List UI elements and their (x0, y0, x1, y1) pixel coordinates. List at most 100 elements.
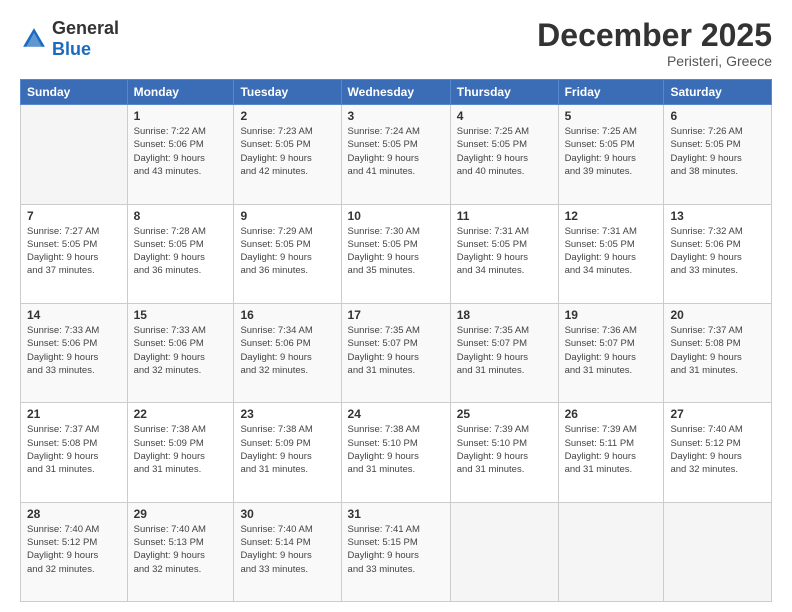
day-number: 4 (457, 109, 552, 123)
calendar-cell: 3 Sunrise: 7:24 AMSunset: 5:05 PMDaylight… (341, 105, 450, 204)
day-info: Sunrise: 7:23 AMSunset: 5:05 PMDaylight:… (240, 125, 334, 178)
calendar-cell: 31 Sunrise: 7:41 AMSunset: 5:15 PMDayligh… (341, 502, 450, 601)
calendar-cell: 25Sunrise: 7:39 AMSunset: 5:10 PMDayligh… (450, 403, 558, 502)
day-number: 31 (348, 507, 444, 521)
calendar-header-thursday: Thursday (450, 80, 558, 105)
day-info: Sunrise: 7:38 AMSunset: 5:09 PMDaylight:… (240, 423, 334, 476)
calendar: SundayMondayTuesdayWednesdayThursdayFrid… (20, 79, 772, 602)
day-info: Sunrise: 7:38 AMSunset: 5:10 PMDaylight:… (348, 423, 444, 476)
calendar-cell: 21 Sunrise: 7:37 AMSunset: 5:08 PMDayligh… (21, 403, 128, 502)
calendar-cell: 18 Sunrise: 7:35 AMSunset: 5:07 PMDayligh… (450, 303, 558, 402)
day-info: Sunrise: 7:37 AMSunset: 5:08 PMDaylight:… (670, 324, 765, 377)
logo-blue: Blue (52, 39, 91, 59)
day-number: 22 (134, 407, 228, 421)
calendar-cell: 27Sunrise: 7:40 AMSunset: 5:12 PMDayligh… (664, 403, 772, 502)
calendar-cell: 20 Sunrise: 7:37 AMSunset: 5:08 PMDayligh… (664, 303, 772, 402)
calendar-cell: 22 Sunrise: 7:38 AMSunset: 5:09 PMDayligh… (127, 403, 234, 502)
day-info: Sunrise: 7:35 AMSunset: 5:07 PMDaylight:… (348, 324, 444, 377)
calendar-header-saturday: Saturday (664, 80, 772, 105)
day-number: 5 (565, 109, 658, 123)
day-number: 23 (240, 407, 334, 421)
calendar-cell: 11 Sunrise: 7:31 AMSunset: 5:05 PMDayligh… (450, 204, 558, 303)
day-number: 30 (240, 507, 334, 521)
calendar-header-sunday: Sunday (21, 80, 128, 105)
day-number: 13 (670, 209, 765, 223)
day-number: 6 (670, 109, 765, 123)
day-number: 11 (457, 209, 552, 223)
day-info: Sunrise: 7:40 AMSunset: 5:12 PMDaylight:… (670, 423, 765, 476)
calendar-cell: 30 Sunrise: 7:40 AMSunset: 5:14 PMDayligh… (234, 502, 341, 601)
day-number: 3 (348, 109, 444, 123)
calendar-week-4: 21 Sunrise: 7:37 AMSunset: 5:08 PMDayligh… (21, 403, 772, 502)
calendar-cell: 8Sunrise: 7:28 AMSunset: 5:05 PMDaylight… (127, 204, 234, 303)
day-number: 7 (27, 209, 121, 223)
header: General Blue December 2025 Peristeri, Gr… (20, 18, 772, 69)
day-info: Sunrise: 7:40 AMSunset: 5:13 PMDaylight:… (134, 523, 228, 576)
day-info: Sunrise: 7:35 AMSunset: 5:07 PMDaylight:… (457, 324, 552, 377)
calendar-cell: 12Sunrise: 7:31 AMSunset: 5:05 PMDayligh… (558, 204, 664, 303)
calendar-cell: 13 Sunrise: 7:32 AMSunset: 5:06 PMDayligh… (664, 204, 772, 303)
day-number: 10 (348, 209, 444, 223)
calendar-week-2: 7 Sunrise: 7:27 AMSunset: 5:05 PMDaylight… (21, 204, 772, 303)
day-number: 16 (240, 308, 334, 322)
calendar-cell: 15 Sunrise: 7:33 AMSunset: 5:06 PMDayligh… (127, 303, 234, 402)
day-info: Sunrise: 7:40 AMSunset: 5:14 PMDaylight:… (240, 523, 334, 576)
day-info: Sunrise: 7:34 AMSunset: 5:06 PMDaylight:… (240, 324, 334, 377)
calendar-cell (558, 502, 664, 601)
day-info: Sunrise: 7:41 AMSunset: 5:15 PMDaylight:… (348, 523, 444, 576)
calendar-cell: 17Sunrise: 7:35 AMSunset: 5:07 PMDayligh… (341, 303, 450, 402)
logo-text: General Blue (52, 18, 119, 60)
day-info: Sunrise: 7:31 AMSunset: 5:05 PMDaylight:… (457, 225, 552, 278)
day-info: Sunrise: 7:32 AMSunset: 5:06 PMDaylight:… (670, 225, 765, 278)
day-number: 1 (134, 109, 228, 123)
calendar-cell: 14 Sunrise: 7:33 AMSunset: 5:06 PMDayligh… (21, 303, 128, 402)
calendar-cell: 7 Sunrise: 7:27 AMSunset: 5:05 PMDaylight… (21, 204, 128, 303)
day-number: 24 (348, 407, 444, 421)
calendar-week-5: 28 Sunrise: 7:40 AMSunset: 5:12 PMDayligh… (21, 502, 772, 601)
day-number: 29 (134, 507, 228, 521)
day-info: Sunrise: 7:38 AMSunset: 5:09 PMDaylight:… (134, 423, 228, 476)
day-number: 12 (565, 209, 658, 223)
day-info: Sunrise: 7:33 AMSunset: 5:06 PMDaylight:… (27, 324, 121, 377)
day-number: 2 (240, 109, 334, 123)
day-info: Sunrise: 7:39 AMSunset: 5:10 PMDaylight:… (457, 423, 552, 476)
day-info: Sunrise: 7:39 AMSunset: 5:11 PMDaylight:… (565, 423, 658, 476)
day-number: 20 (670, 308, 765, 322)
calendar-cell: 4 Sunrise: 7:25 AMSunset: 5:05 PMDaylight… (450, 105, 558, 204)
month-title: December 2025 (537, 18, 772, 53)
calendar-week-3: 14 Sunrise: 7:33 AMSunset: 5:06 PMDayligh… (21, 303, 772, 402)
page: General Blue December 2025 Peristeri, Gr… (0, 0, 792, 612)
calendar-cell: 9 Sunrise: 7:29 AMSunset: 5:05 PMDaylight… (234, 204, 341, 303)
calendar-cell: 10Sunrise: 7:30 AMSunset: 5:05 PMDayligh… (341, 204, 450, 303)
calendar-cell: 5Sunrise: 7:25 AMSunset: 5:05 PMDaylight… (558, 105, 664, 204)
title-block: December 2025 Peristeri, Greece (537, 18, 772, 69)
calendar-cell (664, 502, 772, 601)
day-info: Sunrise: 7:33 AMSunset: 5:06 PMDaylight:… (134, 324, 228, 377)
day-number: 21 (27, 407, 121, 421)
day-info: Sunrise: 7:26 AMSunset: 5:05 PMDaylight:… (670, 125, 765, 178)
day-number: 8 (134, 209, 228, 223)
day-number: 9 (240, 209, 334, 223)
calendar-week-1: 1Sunrise: 7:22 AMSunset: 5:06 PMDaylight… (21, 105, 772, 204)
day-number: 28 (27, 507, 121, 521)
day-number: 18 (457, 308, 552, 322)
day-number: 14 (27, 308, 121, 322)
calendar-cell (450, 502, 558, 601)
day-info: Sunrise: 7:29 AMSunset: 5:05 PMDaylight:… (240, 225, 334, 278)
day-info: Sunrise: 7:27 AMSunset: 5:05 PMDaylight:… (27, 225, 121, 278)
calendar-cell: 29 Sunrise: 7:40 AMSunset: 5:13 PMDayligh… (127, 502, 234, 601)
calendar-header-wednesday: Wednesday (341, 80, 450, 105)
calendar-header-monday: Monday (127, 80, 234, 105)
calendar-header-row: SundayMondayTuesdayWednesdayThursdayFrid… (21, 80, 772, 105)
logo-icon (20, 25, 48, 53)
calendar-cell: 28 Sunrise: 7:40 AMSunset: 5:12 PMDayligh… (21, 502, 128, 601)
day-info: Sunrise: 7:24 AMSunset: 5:05 PMDaylight:… (348, 125, 444, 178)
logo-general: General (52, 18, 119, 38)
logo: General Blue (20, 18, 119, 60)
calendar-header-tuesday: Tuesday (234, 80, 341, 105)
day-info: Sunrise: 7:37 AMSunset: 5:08 PMDaylight:… (27, 423, 121, 476)
day-number: 15 (134, 308, 228, 322)
day-info: Sunrise: 7:25 AMSunset: 5:05 PMDaylight:… (457, 125, 552, 178)
day-info: Sunrise: 7:40 AMSunset: 5:12 PMDaylight:… (27, 523, 121, 576)
calendar-cell: 19Sunrise: 7:36 AMSunset: 5:07 PMDayligh… (558, 303, 664, 402)
